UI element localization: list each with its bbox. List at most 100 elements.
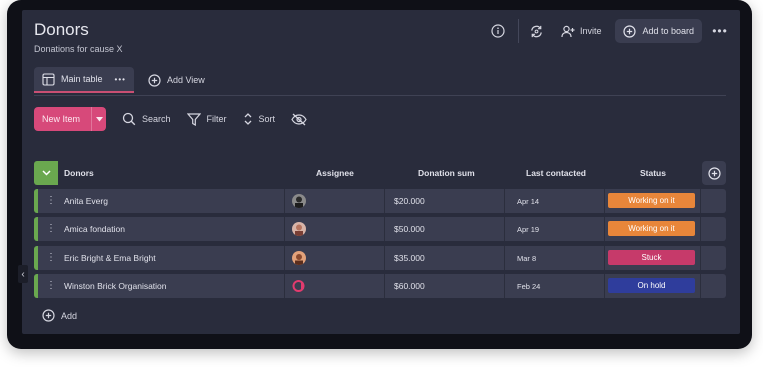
person-avatar-icon — [292, 194, 306, 208]
column-header-donation-sum[interactable]: Donation sum — [418, 168, 475, 178]
cell-divider — [700, 217, 701, 241]
last-contacted[interactable]: Apr 14 — [517, 197, 539, 206]
donor-name[interactable]: Anita Everg — [64, 196, 108, 206]
add-view-button[interactable]: Add View — [148, 73, 205, 87]
status-badge[interactable]: On hold — [608, 278, 695, 293]
collapse-group-button[interactable] — [34, 161, 58, 185]
search-label: Search — [142, 114, 171, 124]
column-header-last-contacted[interactable]: Last contacted — [526, 168, 586, 178]
table-icon — [42, 72, 55, 86]
row-menu-icon[interactable]: ⋮ — [46, 222, 56, 236]
add-column-button[interactable] — [702, 161, 726, 185]
donor-name[interactable]: Eric Bright & Ema Bright — [64, 253, 156, 263]
table-row[interactable]: ⋮ Winston Brick Organisation $60.000 Feb… — [34, 274, 726, 298]
plus-circle-icon — [42, 309, 55, 322]
cell-divider — [504, 189, 505, 213]
caret-down-icon — [95, 116, 103, 121]
sort-icon — [244, 113, 252, 125]
plus-circle-icon — [148, 73, 161, 87]
donor-name[interactable]: Winston Brick Organisation — [64, 281, 167, 291]
sidebar-toggle[interactable]: ‹ — [18, 265, 28, 283]
table-row[interactable]: ⋮ Anita Everg $20.000 Apr 14 Working on … — [34, 189, 726, 213]
invite-button[interactable]: Invite — [561, 25, 601, 38]
sort-label: Sort — [258, 114, 276, 124]
plus-circle-icon — [623, 24, 637, 38]
group-color-bar — [34, 189, 38, 213]
tab-main-table[interactable]: Main table ••• — [34, 67, 134, 93]
table-row[interactable]: ⋮ Eric Bright & Ema Bright $35.000 Mar 8… — [34, 246, 726, 270]
activity-button[interactable] — [527, 19, 547, 43]
row-menu-icon[interactable]: ⋮ — [46, 279, 56, 293]
cell-divider — [384, 189, 385, 213]
table-row[interactable]: ⋮ Amica fondation $50.000 Apr 19 Working… — [34, 217, 726, 241]
filter-label: Filter — [206, 114, 227, 124]
table-header: Donors Assignee Donation sum Last contac… — [34, 161, 726, 185]
tab-options-icon[interactable]: ••• — [115, 75, 126, 84]
cell-divider — [284, 246, 285, 270]
last-contacted[interactable]: Mar 8 — [517, 254, 536, 263]
cell-divider — [284, 274, 285, 298]
add-to-board-button[interactable]: Add to board — [615, 19, 702, 43]
more-icon: ••• — [712, 24, 728, 38]
new-item-button[interactable]: New Item — [34, 107, 107, 131]
more-options-button[interactable]: ••• — [712, 19, 728, 43]
cell-divider — [384, 274, 385, 298]
row-menu-icon[interactable]: ⋮ — [46, 251, 56, 265]
search-button[interactable]: Search — [122, 112, 171, 126]
status-badge[interactable]: Working on it — [608, 193, 695, 208]
row-menu-icon[interactable]: ⋮ — [46, 194, 56, 208]
cell-divider — [284, 189, 285, 213]
cell-divider — [504, 217, 505, 241]
donation-sum[interactable]: $35.000 — [394, 253, 425, 263]
chevron-down-icon — [41, 170, 51, 176]
cell-divider — [700, 189, 701, 213]
person-avatar-icon — [292, 251, 306, 265]
group-color-bar — [34, 274, 38, 298]
add-to-board-label: Add to board — [642, 26, 694, 36]
avatar[interactable] — [292, 279, 306, 293]
cell-divider — [700, 274, 701, 298]
add-item-label: Add — [61, 310, 78, 321]
donation-sum[interactable]: $60.000 — [394, 281, 425, 291]
add-item-button[interactable]: Add — [42, 309, 77, 322]
group-color-bar — [34, 246, 38, 270]
sort-button[interactable]: Sort — [243, 112, 276, 126]
status-badge[interactable]: Working on it — [608, 221, 695, 236]
view-tabs: Main table ••• Add View — [34, 67, 205, 93]
avatar[interactable] — [292, 222, 306, 236]
person-avatar-icon — [292, 222, 306, 236]
organisation-logo-icon — [292, 279, 306, 293]
hide-button[interactable] — [291, 113, 307, 126]
group-color-bar — [34, 217, 38, 241]
filter-icon — [186, 112, 201, 126]
cell-divider — [504, 274, 505, 298]
status-badge[interactable]: Stuck — [608, 250, 695, 265]
cell-divider — [384, 246, 385, 270]
tabs-divider — [34, 95, 726, 96]
avatar[interactable] — [292, 194, 306, 208]
cell-divider — [384, 217, 385, 241]
sync-icon — [531, 25, 543, 37]
cell-divider — [604, 189, 605, 213]
header-actions: Invite Add to board ••• — [486, 19, 728, 43]
board: Donors Donations for cause X Invite Add … — [22, 10, 740, 334]
cell-divider — [284, 217, 285, 241]
column-header-assignee[interactable]: Assignee — [316, 168, 354, 178]
cell-divider — [700, 246, 701, 270]
filter-button[interactable]: Filter — [186, 112, 227, 126]
cell-divider — [604, 217, 605, 241]
donation-sum[interactable]: $20.000 — [394, 196, 425, 206]
cell-divider — [604, 274, 605, 298]
new-item-label: New Item — [42, 114, 81, 124]
column-header-donors[interactable]: Donors — [64, 168, 94, 178]
chevron-left-icon: ‹ — [21, 268, 25, 280]
avatar[interactable] — [292, 251, 306, 265]
info-button[interactable] — [486, 19, 510, 43]
eye-off-icon — [291, 113, 307, 125]
new-item-dropdown[interactable] — [91, 107, 106, 131]
column-header-status[interactable]: Status — [640, 168, 666, 178]
last-contacted[interactable]: Feb 24 — [517, 282, 540, 291]
last-contacted[interactable]: Apr 19 — [517, 225, 539, 234]
donor-name[interactable]: Amica fondation — [64, 224, 125, 234]
donation-sum[interactable]: $50.000 — [394, 224, 425, 234]
